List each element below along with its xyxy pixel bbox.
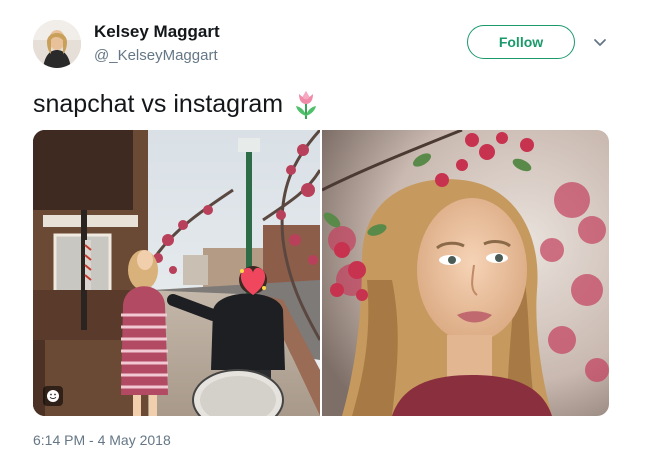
tweet-timestamp[interactable]: 6:14 PM - 4 May 2018 (33, 432, 171, 448)
tweet-text: snapchat vs instagram (33, 88, 321, 120)
avatar-image (33, 20, 81, 68)
chevron-down-icon[interactable] (592, 34, 608, 50)
photo-instagram[interactable] (322, 130, 609, 416)
tweet-card: Kelsey Maggart @_KelseyMaggart Follow sn… (0, 0, 650, 452)
follow-button[interactable]: Follow (467, 25, 575, 59)
tulip-icon (291, 88, 321, 120)
smiley-sticker-icon[interactable] (43, 386, 63, 406)
portrait-image (322, 130, 609, 416)
display-name[interactable]: Kelsey Maggart (94, 22, 220, 42)
avatar[interactable] (33, 20, 81, 68)
media-grid (33, 130, 609, 416)
tweet-text-content: snapchat vs instagram (33, 89, 284, 118)
photo-snapchat[interactable] (33, 130, 320, 416)
street-scene-image (33, 130, 320, 416)
user-handle[interactable]: @_KelseyMaggart (94, 47, 218, 64)
